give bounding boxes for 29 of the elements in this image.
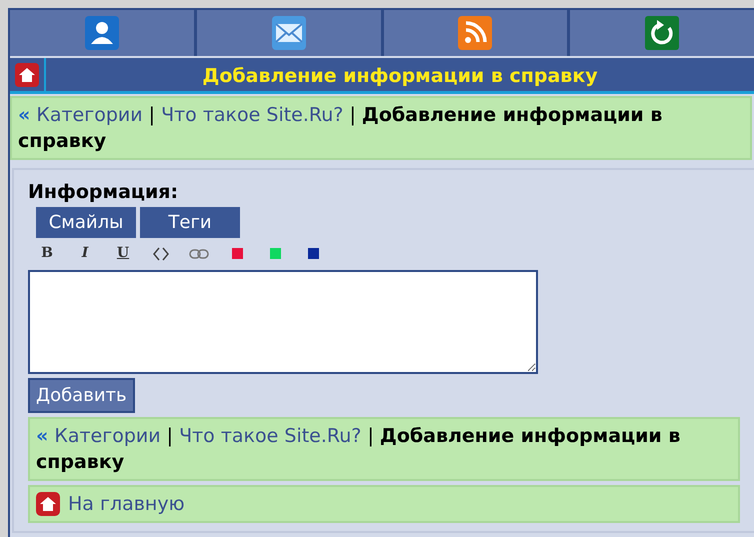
- page-title: Добавление информации в справку: [201, 64, 599, 89]
- code-icon[interactable]: [153, 246, 169, 260]
- back-link[interactable]: «: [36, 424, 48, 446]
- breadcrumb-link[interactable]: Категории: [36, 104, 143, 126]
- format-button[interactable]: B: [41, 243, 53, 264]
- link-icon[interactable]: [189, 248, 209, 258]
- add-button[interactable]: Добавить: [28, 378, 135, 412]
- color-swatch[interactable]: [308, 248, 318, 259]
- breadcrumb-trail: « Категории | Что такое Site.Ru? | Добавление информации в справку: [36, 424, 682, 474]
- color-swatch[interactable]: [270, 248, 280, 259]
- tab[interactable]: Теги: [140, 206, 240, 238]
- format-button[interactable]: U: [116, 243, 130, 264]
- message-input[interactable]: [28, 270, 538, 374]
- home-icon[interactable]: [36, 492, 60, 516]
- refresh-icon[interactable]: [645, 16, 680, 50]
- format-button[interactable]: I: [82, 243, 88, 264]
- breadcrumb-link[interactable]: Что такое Site.Ru?: [179, 424, 362, 446]
- field-label: Информация:: [28, 180, 178, 205]
- tab[interactable]: Смайлы: [36, 206, 136, 238]
- color-swatch[interactable]: [232, 248, 242, 259]
- user-icon[interactable]: [84, 16, 119, 50]
- rss-icon[interactable]: [458, 16, 492, 50]
- breadcrumb-link[interactable]: Что такое Site.Ru?: [161, 104, 344, 126]
- breadcrumb-link[interactable]: Категории: [54, 424, 161, 446]
- breadcrumb-trail: « Категории | Что такое Site.Ru? | Добавление информации в справку: [18, 103, 664, 154]
- back-link[interactable]: «: [18, 104, 30, 126]
- envelope-icon[interactable]: [272, 16, 306, 50]
- home-icon[interactable]: [15, 62, 39, 86]
- home-link[interactable]: На главную: [68, 490, 185, 516]
